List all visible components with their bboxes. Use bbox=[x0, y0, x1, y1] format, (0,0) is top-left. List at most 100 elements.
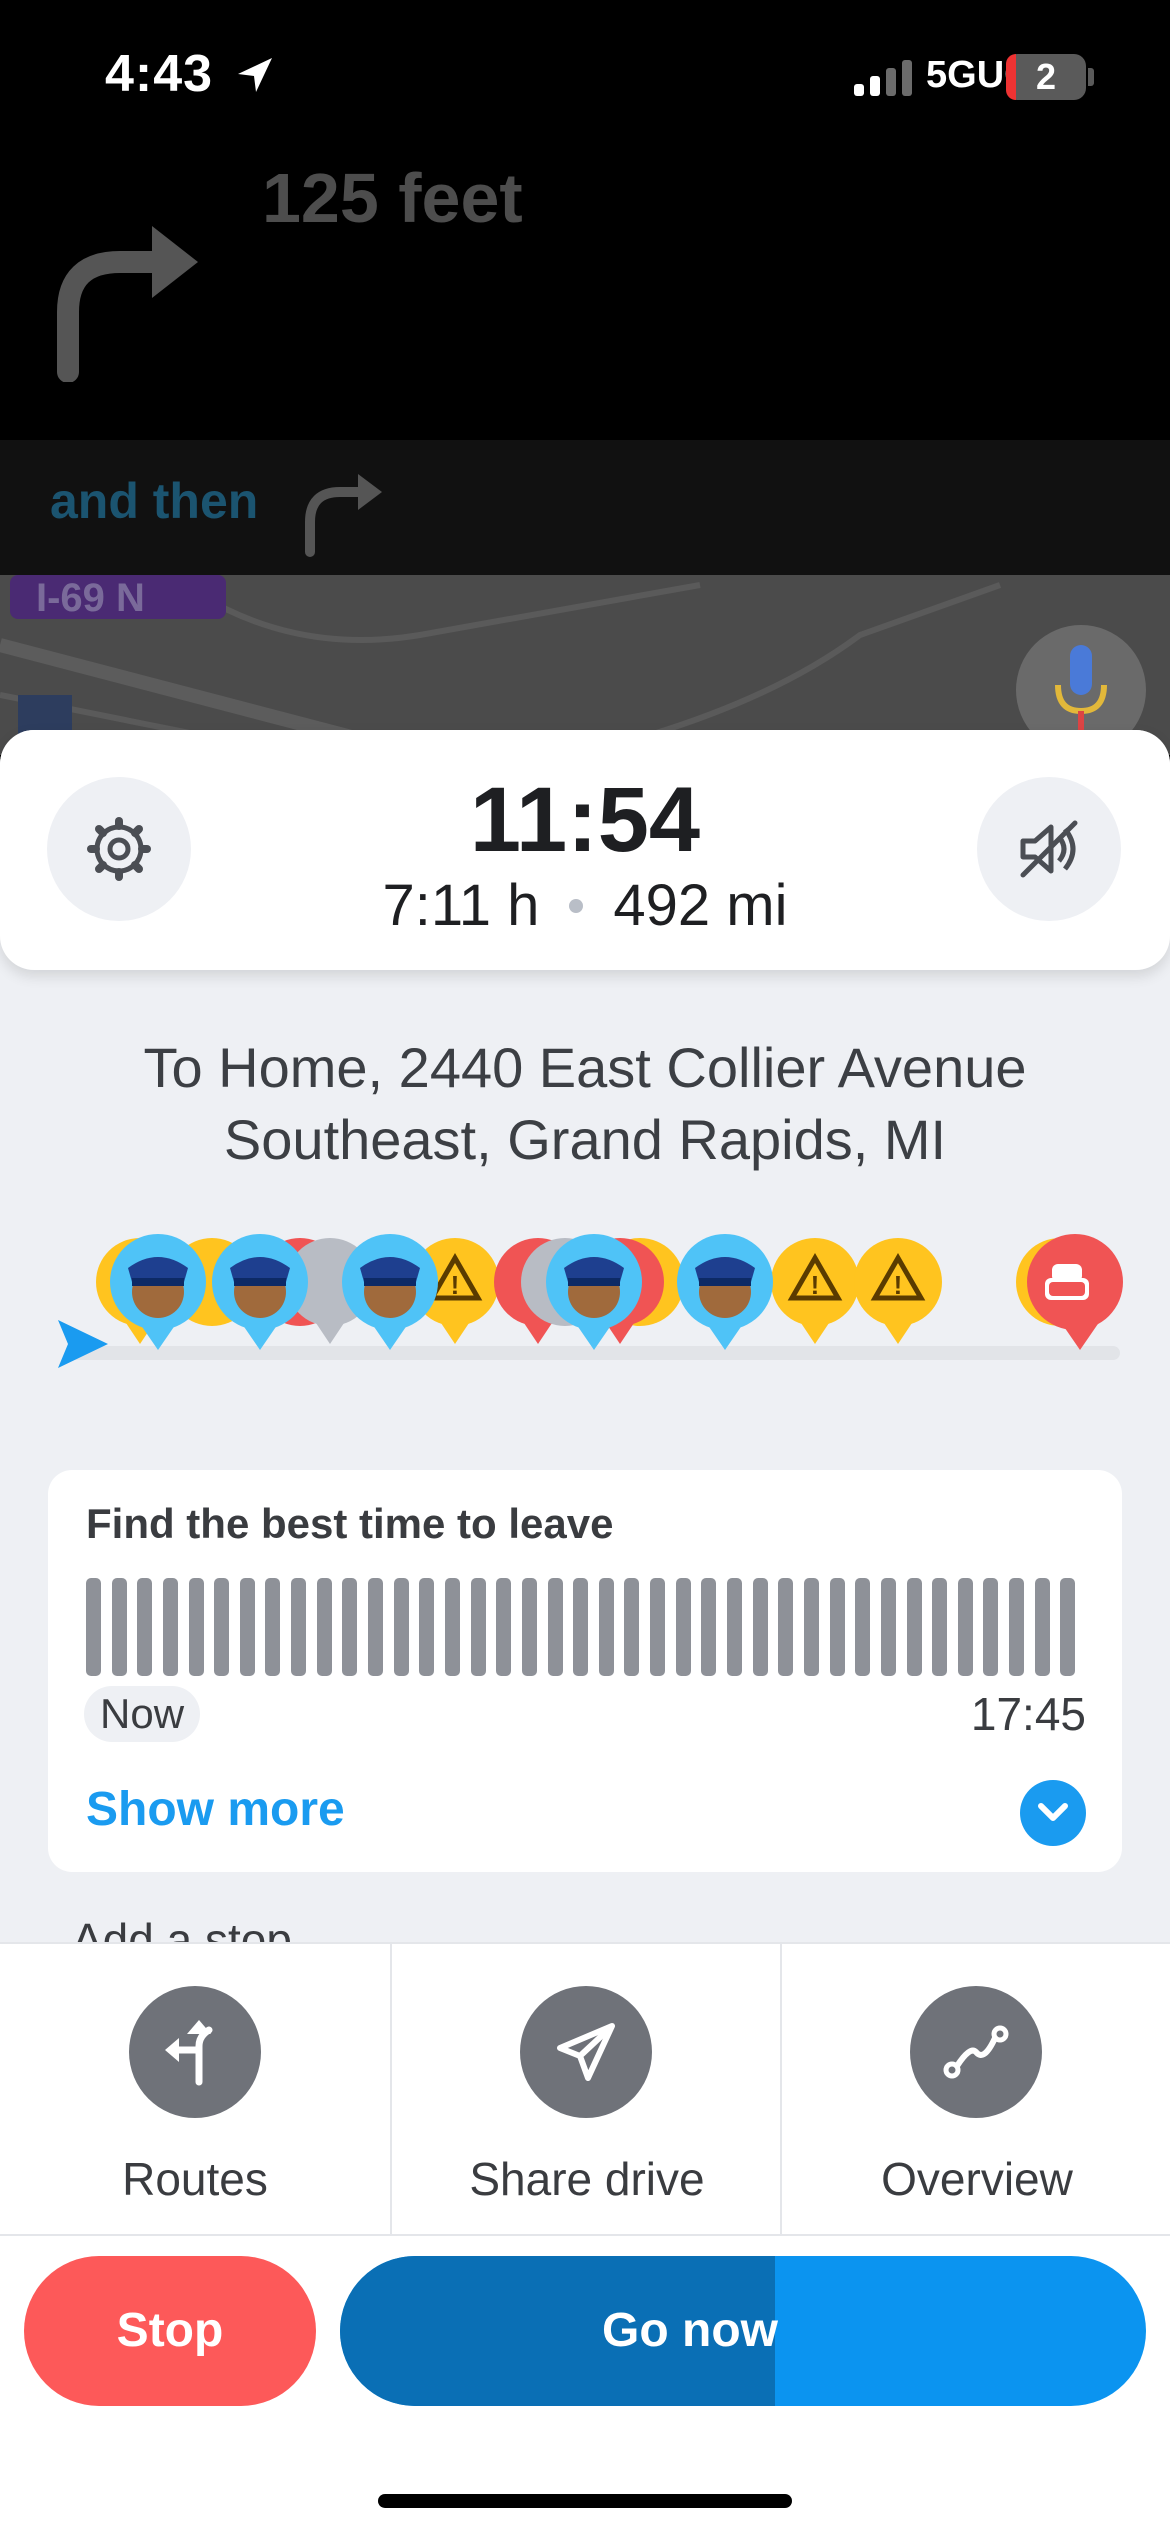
departure-bar[interactable] bbox=[111, 1578, 127, 1676]
departure-bar[interactable] bbox=[598, 1578, 614, 1676]
departure-bar[interactable] bbox=[778, 1578, 794, 1676]
police-icon bbox=[212, 1234, 308, 1350]
departure-bar[interactable] bbox=[701, 1578, 717, 1676]
battery-level: 2 bbox=[1035, 56, 1057, 97]
then-label: and then bbox=[50, 473, 259, 529]
status-bar: 4:43 5GUC 2 bbox=[0, 0, 1170, 150]
signal-icon bbox=[854, 60, 912, 96]
map-view[interactable]: I-69 N bbox=[0, 575, 1170, 755]
share-icon bbox=[520, 1986, 652, 2118]
departure-bar[interactable] bbox=[444, 1578, 460, 1676]
departure-bar[interactable] bbox=[162, 1578, 178, 1676]
hazard-icon: ! bbox=[854, 1238, 942, 1344]
departure-bar[interactable] bbox=[650, 1578, 666, 1676]
turn-right-small-icon bbox=[305, 474, 382, 557]
best-time-card[interactable]: Find the best time to leave Now 17:45 Sh… bbox=[48, 1470, 1122, 1872]
departure-bar[interactable] bbox=[239, 1578, 255, 1676]
routes-button[interactable]: Routes bbox=[0, 1944, 390, 2236]
departure-bar[interactable] bbox=[983, 1578, 999, 1676]
departure-bar[interactable] bbox=[265, 1578, 281, 1676]
sound-muted-icon bbox=[1020, 820, 1078, 878]
trip-distance: 492 mi bbox=[613, 873, 788, 938]
location-arrow-icon bbox=[238, 58, 272, 92]
alerts-timeline: ! ! ! bbox=[58, 1234, 1123, 1368]
traffic-jam-icon bbox=[1016, 1234, 1123, 1350]
microphone-icon bbox=[1055, 645, 1107, 731]
routes-label: Routes bbox=[122, 2153, 268, 2205]
departure-bar[interactable] bbox=[1034, 1578, 1050, 1676]
go-now-label: Go now bbox=[602, 2304, 778, 2357]
departure-bar[interactable] bbox=[855, 1578, 871, 1676]
departure-bar[interactable] bbox=[137, 1578, 153, 1676]
police-icon bbox=[677, 1234, 773, 1350]
go-now-button[interactable]: Go now bbox=[340, 2256, 1146, 2406]
destination-line1: To Home, 2440 East Collier Avenue bbox=[143, 1036, 1027, 1099]
departure-bar[interactable] bbox=[752, 1578, 768, 1676]
departure-bar[interactable] bbox=[316, 1578, 332, 1676]
turn-right-icon bbox=[57, 226, 198, 382]
now-label: Now bbox=[84, 1686, 201, 1742]
eta-card[interactable]: 11:54 7:11 h 492 mi bbox=[0, 730, 1170, 970]
status-time: 4:43 bbox=[105, 45, 214, 103]
chevron-down-icon bbox=[1038, 1803, 1068, 1821]
bottom-bar: Stop Go now bbox=[0, 2234, 1170, 2532]
route-start-icon bbox=[58, 1320, 108, 1368]
end-time-label: 17:45 bbox=[970, 1688, 1086, 1740]
departure-time-bars[interactable] bbox=[86, 1578, 1086, 1676]
nav-instruction[interactable]: 125 feet bbox=[0, 150, 1170, 440]
separator-dot bbox=[569, 898, 584, 913]
departure-bar[interactable] bbox=[214, 1578, 230, 1676]
police-icon bbox=[342, 1234, 438, 1350]
departure-bar[interactable] bbox=[932, 1578, 948, 1676]
departure-bar[interactable] bbox=[393, 1578, 409, 1676]
expand-button[interactable] bbox=[1020, 1780, 1086, 1846]
departure-bar[interactable] bbox=[803, 1578, 819, 1676]
departure-bar[interactable] bbox=[521, 1578, 537, 1676]
departure-bar[interactable] bbox=[470, 1578, 486, 1676]
departure-bar[interactable] bbox=[342, 1578, 358, 1676]
distance-to-turn: 125 feet bbox=[262, 159, 523, 237]
departure-bar[interactable] bbox=[880, 1578, 896, 1676]
departure-bar[interactable] bbox=[675, 1578, 691, 1676]
departure-bar[interactable] bbox=[957, 1578, 973, 1676]
departure-bar[interactable] bbox=[86, 1578, 101, 1676]
route-alerts[interactable]: ! ! ! bbox=[0, 1220, 1170, 1370]
departure-bar[interactable] bbox=[624, 1578, 640, 1676]
departure-bar[interactable] bbox=[1060, 1578, 1076, 1676]
stop-button[interactable]: Stop bbox=[24, 2256, 316, 2406]
departure-bar[interactable] bbox=[573, 1578, 589, 1676]
departure-bar[interactable] bbox=[419, 1578, 435, 1676]
svg-text:!: ! bbox=[894, 1270, 903, 1300]
departure-bar[interactable] bbox=[547, 1578, 563, 1676]
trip-duration: 7:11 h bbox=[382, 873, 540, 938]
destination-line2: Southeast, Grand Rapids, MI bbox=[223, 1108, 947, 1171]
map-roads: I-69 N bbox=[0, 575, 1002, 755]
show-more-link[interactable]: Show more bbox=[86, 1782, 345, 1837]
departure-bar[interactable] bbox=[1009, 1578, 1025, 1676]
next-instruction: and then bbox=[0, 440, 1170, 575]
sound-button[interactable] bbox=[977, 777, 1121, 921]
battery-icon: 2 bbox=[1006, 54, 1086, 100]
departure-bar[interactable] bbox=[188, 1578, 204, 1676]
overview-button[interactable]: Overview bbox=[780, 1944, 1170, 2236]
add-stop-label[interactable]: Add a stop bbox=[72, 1908, 292, 1942]
best-time-title: Find the best time to leave bbox=[86, 1500, 614, 1547]
departure-bar[interactable] bbox=[906, 1578, 922, 1676]
home-indicator bbox=[378, 2494, 792, 2508]
share-drive-button[interactable]: Share drive bbox=[390, 1944, 780, 2236]
svg-text:!: ! bbox=[811, 1270, 820, 1300]
share-drive-label: Share drive bbox=[469, 2153, 705, 2205]
departure-bar[interactable] bbox=[727, 1578, 743, 1676]
overview-icon bbox=[910, 1986, 1042, 2118]
destination-address: To Home, 2440 East Collier Avenue Southe… bbox=[90, 1032, 1080, 1176]
departure-bar[interactable] bbox=[496, 1578, 512, 1676]
battery-cap bbox=[1088, 68, 1094, 86]
police-icon bbox=[110, 1234, 206, 1350]
departure-bar[interactable] bbox=[368, 1578, 384, 1676]
hazard-icon: ! bbox=[771, 1238, 859, 1344]
road-label: I-69 N bbox=[36, 576, 145, 620]
routes-icon bbox=[129, 1986, 261, 2118]
departure-bar[interactable] bbox=[829, 1578, 845, 1676]
departure-bar[interactable] bbox=[291, 1578, 307, 1676]
action-row: Routes Share drive Overview bbox=[0, 1942, 1170, 2236]
